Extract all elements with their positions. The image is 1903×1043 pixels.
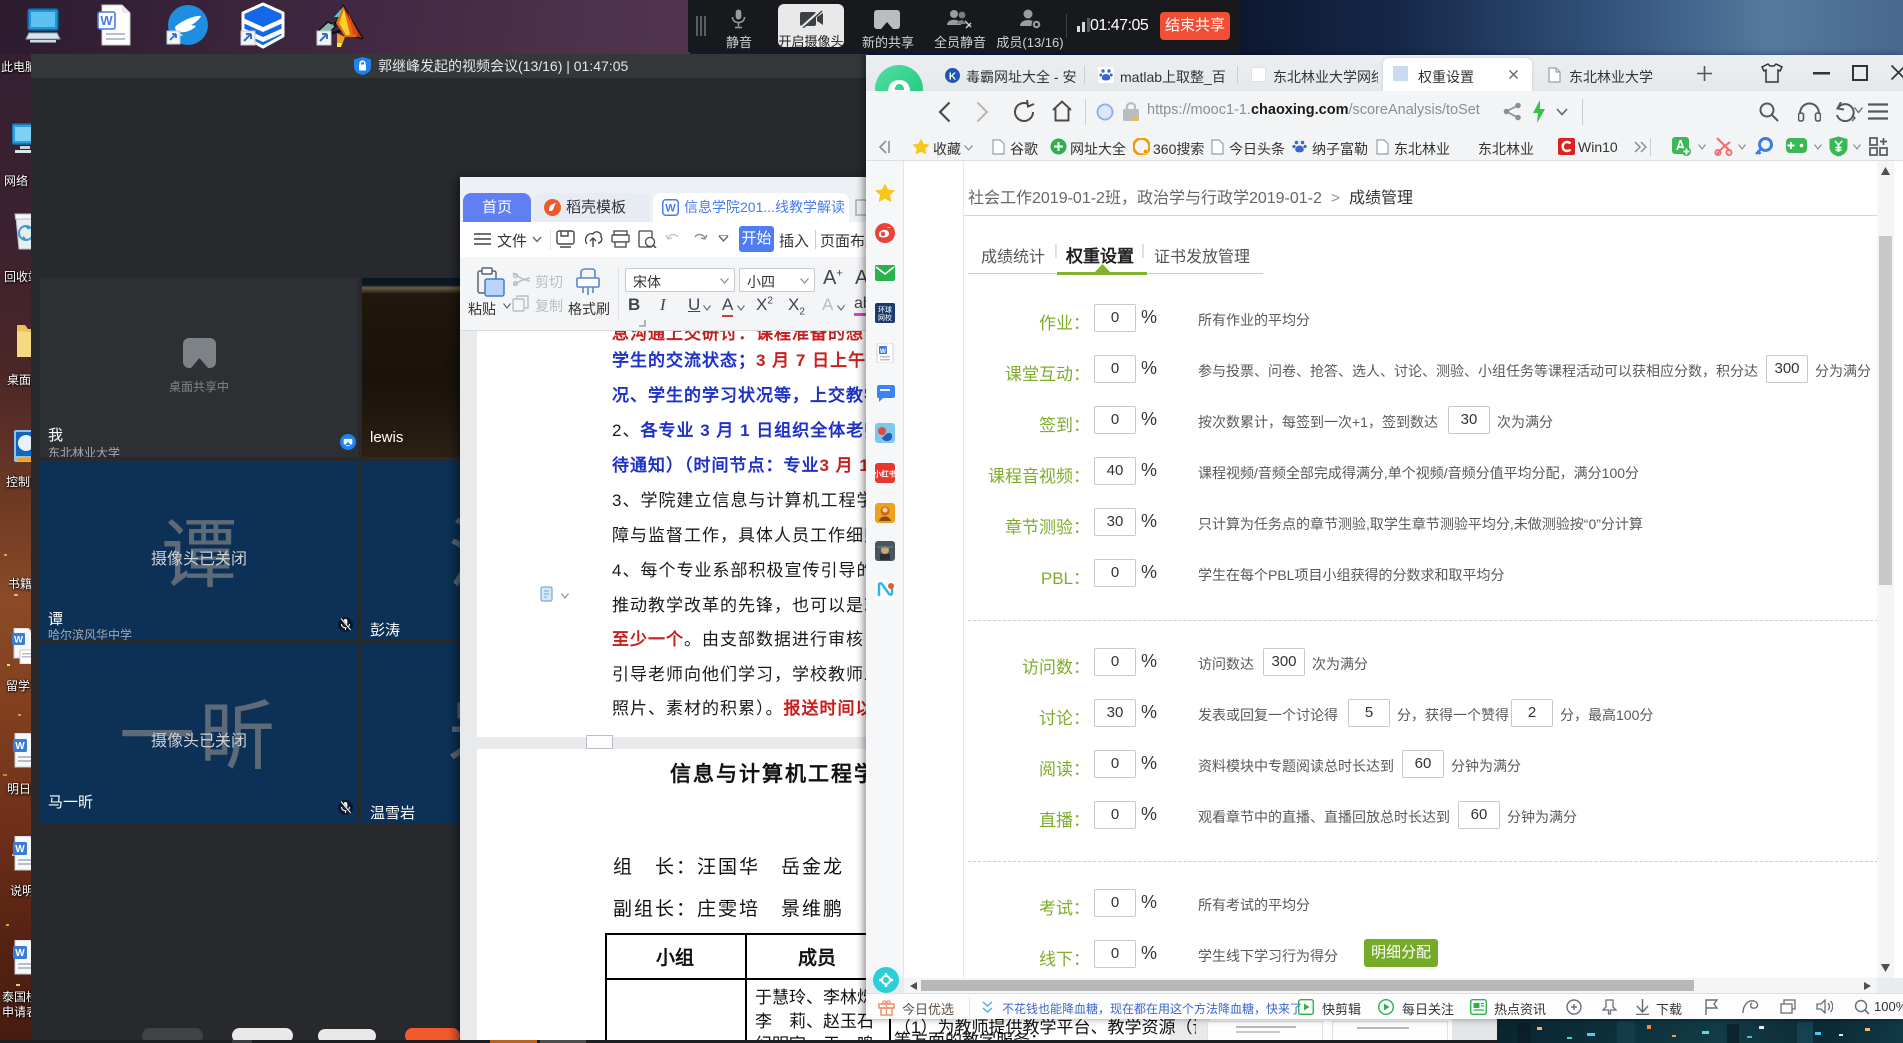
svg-text:W: W	[880, 348, 887, 355]
svg-text:W: W	[100, 13, 113, 28]
svg-text:W: W	[15, 948, 25, 959]
svg-text:W: W	[14, 635, 23, 646]
svg-text:小红书: 小红书	[875, 469, 895, 479]
svg-text:环球: 环球	[878, 305, 892, 314]
svg-text:W: W	[15, 844, 25, 855]
svg-text:网校: 网校	[878, 313, 892, 322]
svg-text:W: W	[15, 741, 25, 752]
svg-text:W: W	[665, 203, 676, 215]
svg-text:K: K	[949, 72, 957, 83]
